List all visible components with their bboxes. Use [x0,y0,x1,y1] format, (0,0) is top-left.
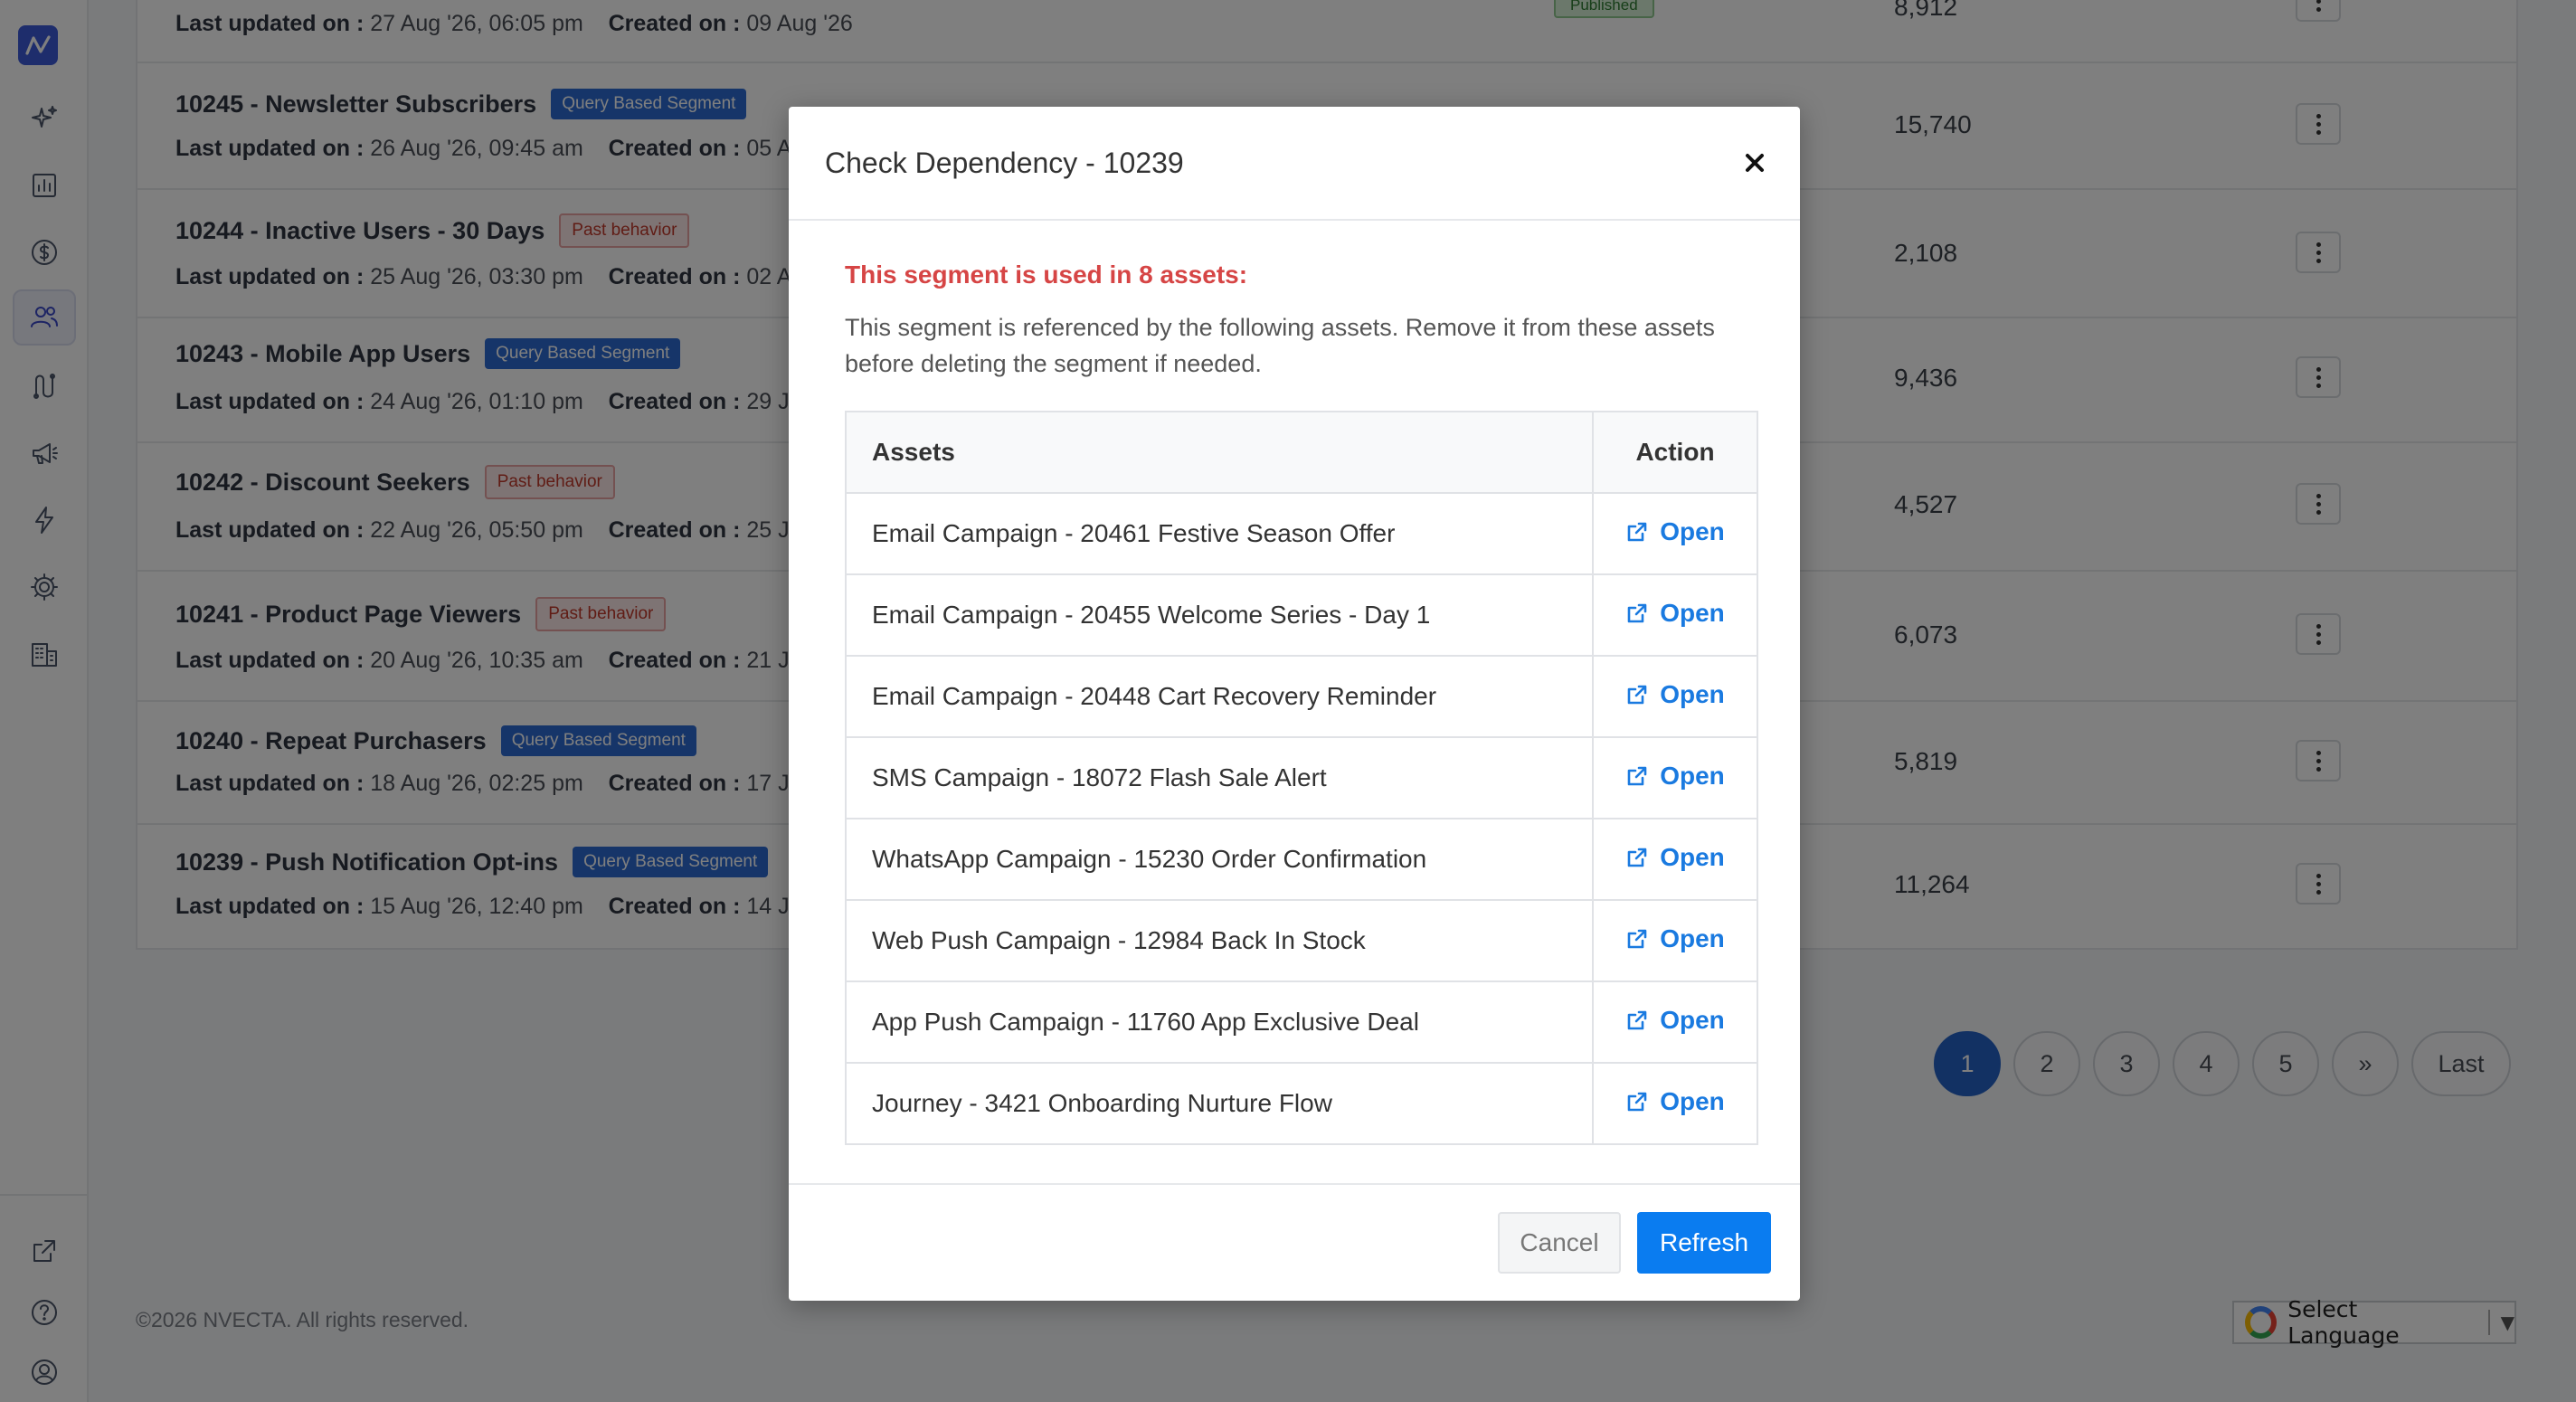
external-link-icon [1627,603,1647,623]
open-asset-link[interactable]: Open [1625,924,1725,953]
table-row: Email Campaign - 20448 Cart Recovery Rem… [845,655,1758,738]
column-header-action: Action [1592,411,1758,494]
asset-name: SMS Campaign - 18072 Flash Sale Alert [845,736,1594,819]
asset-action-cell: Open [1592,818,1758,901]
external-link-icon [1627,685,1647,705]
external-link-icon [1627,522,1647,542]
open-link-label: Open [1660,1006,1725,1034]
open-link-label: Open [1660,680,1725,708]
modal-header: Check Dependency - 10239 [789,107,1800,221]
table-row: SMS Campaign - 18072 Flash Sale Alert Ope… [845,736,1758,819]
external-link-icon [1627,848,1647,867]
asset-action-cell: Open [1592,736,1758,819]
table-row: Email Campaign - 20455 Welcome Series - … [845,573,1758,657]
external-link-icon [1627,1010,1647,1030]
open-asset-link[interactable]: Open [1625,680,1725,709]
table-row: Journey - 3421 Onboarding Nurture Flow Op… [845,1062,1758,1145]
asset-action-cell: Open [1592,980,1758,1064]
asset-action-cell: Open [1592,655,1758,738]
asset-name: WhatsApp Campaign - 15230 Order Confirma… [845,818,1594,901]
open-asset-link[interactable]: Open [1625,517,1725,546]
modal-title: Check Dependency - 10239 [825,147,1184,179]
open-asset-link[interactable]: Open [1625,762,1725,791]
open-link-label: Open [1660,843,1725,871]
open-asset-link[interactable]: Open [1625,1006,1725,1035]
modal-footer: Cancel Refresh [789,1183,1800,1301]
asset-name: Email Campaign - 20455 Welcome Series - … [845,573,1594,657]
external-link-icon [1627,766,1647,786]
table-row: WhatsApp Campaign - 15230 Order Confirma… [845,818,1758,901]
external-link-icon [1627,929,1647,949]
cancel-button[interactable]: Cancel [1498,1212,1621,1274]
asset-action-cell: Open [1592,899,1758,982]
close-button[interactable] [1737,145,1773,181]
asset-name: Email Campaign - 20448 Cart Recovery Rem… [845,655,1594,738]
check-dependency-modal: Check Dependency - 10239 This segment is… [789,107,1800,1301]
open-asset-link[interactable]: Open [1625,599,1725,628]
table-row: Email Campaign - 20461 Festive Season Of… [845,492,1758,575]
asset-action-cell: Open [1592,492,1758,575]
open-link-label: Open [1660,599,1725,627]
table-row: Web Push Campaign - 12984 Back In Stock O… [845,899,1758,982]
assets-table: Assets Action Email Campaign - 20461 Fes… [845,411,1758,1145]
open-asset-link[interactable]: Open [1625,1087,1725,1116]
table-row: App Push Campaign - 11760 App Exclusive … [845,980,1758,1064]
asset-name: Email Campaign - 20461 Festive Season Of… [845,492,1594,575]
asset-action-cell: Open [1592,1062,1758,1145]
open-link-label: Open [1660,762,1725,790]
open-asset-link[interactable]: Open [1625,843,1725,872]
asset-name: App Push Campaign - 11760 App Exclusive … [845,980,1594,1064]
asset-name: Web Push Campaign - 12984 Back In Stock [845,899,1594,982]
open-link-label: Open [1660,1087,1725,1115]
external-link-icon [1627,1092,1647,1112]
table-header-row: Assets Action [845,411,1758,494]
open-link-label: Open [1660,924,1725,952]
asset-action-cell: Open [1592,573,1758,657]
close-icon [1746,154,1764,172]
dependency-description: This segment is referenced by the follow… [845,314,1715,377]
refresh-button[interactable]: Refresh [1637,1212,1771,1274]
dependency-warning: This segment is used in 8 assets: [845,261,1248,289]
column-header-assets: Assets [845,411,1594,494]
open-link-label: Open [1660,517,1725,545]
asset-name: Journey - 3421 Onboarding Nurture Flow [845,1062,1594,1145]
